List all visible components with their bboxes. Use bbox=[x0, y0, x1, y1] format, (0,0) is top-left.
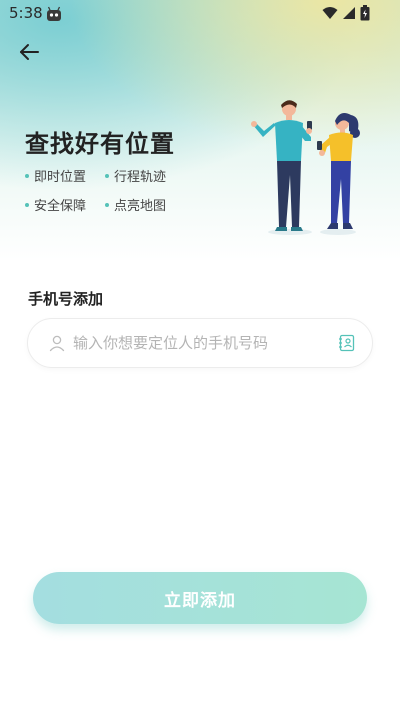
bullet-dot bbox=[25, 173, 29, 178]
robot-icon bbox=[47, 6, 61, 21]
bullet-dot bbox=[25, 202, 29, 207]
add-friend-screen: 5:38 查找好有位置 即时位置 行程轨迹 安全保障 点亮地图 手机号添加 输入… bbox=[0, 0, 400, 711]
add-now-button[interactable]: 立即添加 bbox=[33, 572, 367, 624]
status-time: 5:38 bbox=[9, 4, 43, 22]
status-icons bbox=[322, 5, 370, 21]
bullet-dot bbox=[105, 173, 109, 178]
feature-item: 安全保障 bbox=[25, 195, 86, 214]
feature-item: 即时位置 bbox=[25, 166, 86, 185]
phone-input-container[interactable] bbox=[27, 318, 373, 368]
status-bar: 5:38 bbox=[0, 0, 400, 28]
feature-label: 即时位置 bbox=[34, 170, 87, 185]
feature-item: 点亮地图 bbox=[105, 195, 166, 214]
feature-label: 安全保障 bbox=[34, 199, 87, 214]
feature-label: 点亮地图 bbox=[114, 199, 167, 214]
feature-item: 行程轨迹 bbox=[105, 166, 166, 185]
arrow-left-icon bbox=[20, 44, 39, 60]
phone-number-input[interactable] bbox=[73, 329, 328, 357]
page-title: 查找好有位置 bbox=[25, 130, 175, 158]
people-illustration bbox=[251, 100, 360, 235]
feature-label: 行程轨迹 bbox=[114, 170, 167, 185]
bullet-dot bbox=[105, 202, 109, 207]
person-icon bbox=[49, 335, 65, 352]
section-label: 手机号添加 bbox=[28, 290, 104, 308]
wifi-icon bbox=[322, 7, 338, 19]
contacts-book-icon[interactable] bbox=[338, 334, 356, 352]
signal-icon bbox=[343, 7, 355, 19]
battery-icon bbox=[360, 5, 370, 21]
back-button[interactable] bbox=[14, 37, 44, 67]
